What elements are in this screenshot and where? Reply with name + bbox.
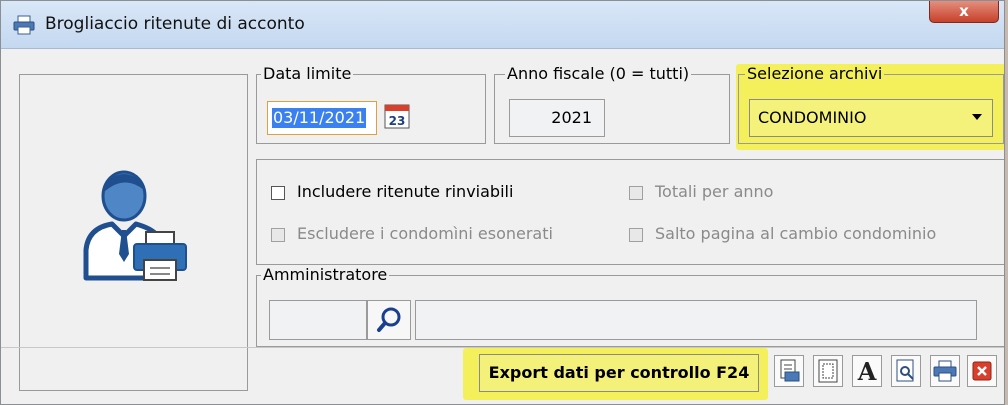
selezione-archivi-group: Selezione archivi CONDOMINIO [738, 64, 1004, 144]
amministratore-code-input[interactable] [269, 300, 367, 340]
page-setup-button[interactable] [813, 355, 843, 387]
data-limite-value: 03/11/2021 [272, 108, 367, 128]
salto-checkbox[interactable] [629, 228, 643, 242]
selezione-archivi-value: CONDOMINIO [758, 108, 867, 127]
totali-checkbox[interactable] [629, 186, 643, 200]
window: Brogliaccio ritenute di acconto x Data l… [0, 0, 1005, 405]
close-icon [972, 361, 992, 381]
amministratore-legend: Amministratore [261, 265, 390, 285]
escludere-checkbox[interactable] [271, 228, 285, 242]
page-setup-icon [818, 359, 838, 383]
anno-fiscale-group: Anno fiscale (0 = tutti) 2021 [494, 64, 730, 144]
escludere-label[interactable]: Escludere i condomìni esonerati [297, 224, 553, 244]
search-icon [377, 307, 401, 332]
printer-icon [933, 360, 957, 382]
includere-label[interactable]: Includere ritenute rinviabili [297, 182, 513, 202]
print-layout-icon [780, 359, 800, 382]
data-limite-input[interactable]: 03/11/2021 [267, 101, 377, 135]
side-panel [19, 74, 248, 391]
calendar-day: 23 [389, 114, 406, 128]
font-icon: A [857, 357, 877, 386]
window-close-button[interactable]: x [929, 1, 999, 23]
data-limite-group: Data limite 03/11/2021 23 [256, 64, 486, 144]
user-printer-icon [83, 170, 187, 281]
chevron-down-icon[interactable] [972, 114, 982, 120]
anno-fiscale-input[interactable]: 2021 [509, 99, 605, 137]
font-letter: A [857, 357, 877, 386]
salto-label[interactable]: Salto pagina al cambio condominio [655, 224, 936, 244]
print-preview-button[interactable] [891, 355, 921, 387]
selezione-archivi-select[interactable]: CONDOMINIO [749, 99, 993, 137]
window-title: Brogliaccio ritenute di acconto [45, 14, 305, 34]
print-button[interactable] [930, 355, 960, 387]
close-button[interactable] [967, 355, 997, 387]
amministratore-search-button[interactable] [367, 300, 411, 340]
includere-checkbox[interactable] [271, 186, 285, 200]
totali-label[interactable]: Totali per anno [655, 182, 773, 202]
title-bar: Brogliaccio ritenute di acconto x [1, 1, 1004, 49]
printer-icon [13, 15, 35, 35]
amministratore-name-input[interactable] [415, 300, 977, 340]
print-preview-icon [896, 359, 914, 382]
selezione-archivi-legend: Selezione archivi [745, 64, 885, 84]
font-button[interactable]: A [852, 355, 882, 387]
anno-fiscale-legend: Anno fiscale (0 = tutti) [505, 64, 692, 84]
data-limite-legend: Data limite [261, 64, 354, 84]
dialog-content: Data limite 03/11/2021 23 Anno fiscale (… [1, 49, 1004, 404]
options-group: Includere ritenute rinviabili Totali per… [256, 159, 1004, 265]
calendar-icon[interactable]: 23 [383, 102, 411, 130]
amministratore-group: Amministratore [256, 265, 1004, 347]
print-layout-button[interactable] [774, 355, 804, 387]
export-f24-button[interactable]: Export dati per controllo F24 [479, 354, 759, 392]
